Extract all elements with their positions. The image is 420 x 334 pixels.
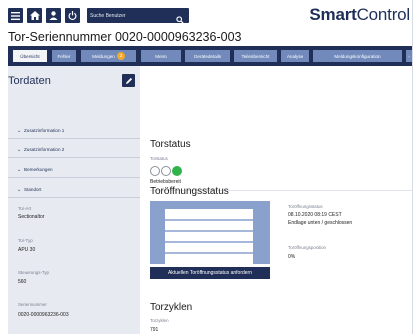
request-status-button[interactable]: Aktuellen Toröffnungsstatus anfordern <box>150 267 270 279</box>
field-value-steuerungstyp: 560 <box>18 279 27 285</box>
tab-menue[interactable]: Menü <box>141 50 181 62</box>
status-light-on <box>172 166 182 176</box>
field-label-tortyp: Tor-Typ <box>18 238 33 243</box>
door-graphic <box>150 201 270 264</box>
smartcontrol-logo: SmartControl <box>309 5 410 24</box>
field-value-seriennummer: 0020-0000963236-003 <box>18 312 69 318</box>
sidebar <box>8 66 140 334</box>
home-icon[interactable] <box>27 8 42 23</box>
oeffnungsstatus-label: Toröffnungsstatus <box>288 204 323 209</box>
chevron-down-icon: ⌄ <box>17 167 22 173</box>
oeffnungsposition-value: 0% <box>288 254 296 260</box>
chevron-down-icon: ⌄ <box>17 187 22 193</box>
chevron-down-icon: ⌄ <box>17 128 22 134</box>
field-label-seriennummer: Seriennummer <box>18 302 47 307</box>
sidebar-heading: Tordaten <box>8 75 51 87</box>
field-label-torart: Tor-Art <box>18 206 32 211</box>
tab-analyse[interactable]: Analyse <box>281 50 309 62</box>
torstatus-value: Betriebsbereit <box>150 179 181 185</box>
power-icon[interactable] <box>65 8 80 23</box>
edit-button[interactable] <box>122 74 135 87</box>
tab-teileuebersicht[interactable]: Teileübersicht <box>234 50 277 62</box>
status-light-off-1 <box>150 166 160 176</box>
tab-meldungen[interactable]: Meldungen 3 <box>81 50 136 62</box>
page-title: Tor-Seriennummer 0020-0000963236-003 <box>8 30 242 44</box>
field-label-steuerungstyp: Steuerungs-Typ <box>18 270 49 275</box>
field-value-tortyp: APU 30 <box>18 247 36 253</box>
chevron-down-icon: ⌄ <box>17 147 22 153</box>
torzyklen-heading: Torzyklen <box>150 302 193 313</box>
notification-badge: 3 <box>116 52 125 60</box>
tab-geraetedetails[interactable]: Gerätedetails <box>185 50 230 62</box>
search-icon[interactable] <box>176 11 184 29</box>
field-value-torart: Sectionaltor <box>18 214 45 220</box>
torstatus-label: Torstatus <box>150 156 168 161</box>
pencil-icon <box>125 72 133 90</box>
search-input[interactable] <box>90 9 170 22</box>
sidebar-section-standort[interactable]: ⌄ Standort <box>8 181 140 198</box>
oeffnungsposition-label: Toröffnungsposition <box>288 245 326 250</box>
oeffnungsstatus-value: Endlage unten / geschlossen <box>288 220 353 226</box>
torstatus-heading: Torstatus <box>150 139 191 150</box>
sidebar-section-zusatzinfo-2[interactable]: ⌄ Zusatzinformation 2 <box>8 141 140 158</box>
menu-icon[interactable] <box>8 8 23 23</box>
oeffnungsstatus-heading: Toröffnungsstatus <box>150 186 229 197</box>
sidebar-section-bemerkungen[interactable]: ⌄ Bemerkungen <box>8 161 140 178</box>
user-icon[interactable] <box>46 8 61 23</box>
status-light-off-2 <box>161 166 171 176</box>
torzyklen-label: Torzyklen <box>150 318 169 323</box>
sidebar-section-zusatzinfo-1[interactable]: ⌄ Zusatzinformation 1 <box>8 122 140 139</box>
tab-bar: Übersicht Fehler Meldungen 3 Menü Geräted… <box>8 46 412 66</box>
oeffnungsstatus-date: 08.10.2020 08:19 CEST <box>288 212 342 218</box>
garage-door-icon <box>150 201 270 264</box>
frame-border <box>412 0 413 334</box>
tab-uebersicht[interactable]: Übersicht <box>13 50 47 62</box>
tab-meldungskonfiguration[interactable]: Meldungskonfiguration <box>313 50 402 62</box>
tab-fehler[interactable]: Fehler <box>52 50 76 62</box>
search-box <box>87 8 189 24</box>
torzyklen-value: 791 <box>150 327 159 333</box>
